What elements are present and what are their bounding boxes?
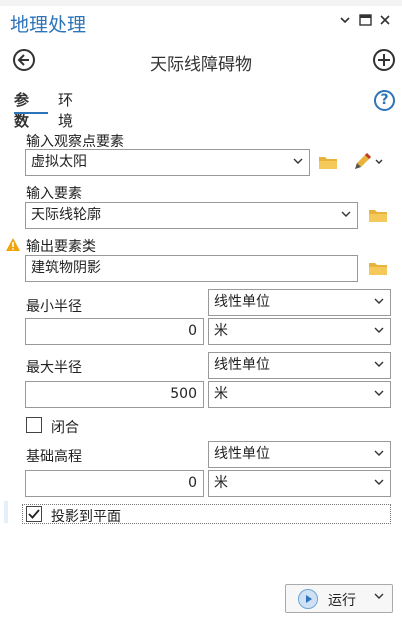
- min-radius-unit-dropdown[interactable]: 米: [208, 318, 391, 345]
- active-tab-underline: [14, 112, 48, 114]
- run-label: 运行: [328, 593, 356, 609]
- run-button[interactable]: 运行: [285, 584, 393, 613]
- tool-title: 天际线障碍物: [150, 55, 252, 75]
- base-elevation-unit-type-dropdown[interactable]: 线性单位: [208, 441, 391, 468]
- pane-title-bar: 地理处理: [0, 6, 402, 38]
- input-features-dropdown[interactable]: 天际线轮廓: [25, 202, 358, 229]
- folder-icon[interactable]: [368, 261, 388, 275]
- chevron-down-icon: [374, 290, 384, 315]
- max-radius-input[interactable]: 500: [25, 381, 204, 408]
- chevron-down-icon: [374, 442, 384, 467]
- maximize-icon[interactable]: [357, 14, 373, 30]
- chevron-down-icon: [374, 471, 384, 496]
- chevron-down-icon: [374, 319, 384, 344]
- add-button[interactable]: [373, 49, 395, 71]
- close-icon[interactable]: [377, 14, 393, 30]
- max-radius-unit-type-dropdown[interactable]: 线性单位: [208, 352, 391, 379]
- output-label: 输出要素类: [26, 239, 96, 255]
- pencil-edit-icon[interactable]: [352, 152, 386, 172]
- min-radius-unit-type-dropdown[interactable]: 线性单位: [208, 289, 391, 316]
- plus-icon: [378, 54, 390, 66]
- max-radius-label: 最大半径: [26, 360, 82, 376]
- chevron-down-icon: [293, 150, 303, 175]
- project-to-plane-checkbox[interactable]: [26, 506, 42, 522]
- base-elevation-unit-type-value: 线性单位: [214, 446, 270, 462]
- pane-options-icon[interactable]: [337, 14, 353, 30]
- pane-title: 地理处理: [10, 14, 87, 36]
- min-radius-unit-type-value: 线性单位: [214, 294, 270, 310]
- closed-label: 闭合: [51, 420, 79, 436]
- min-radius-unit-value: 米: [214, 323, 228, 339]
- chevron-down-icon: [374, 353, 384, 378]
- max-radius-unit-type-value: 线性单位: [214, 357, 270, 373]
- chevron-down-icon[interactable]: [374, 591, 384, 604]
- base-elevation-label: 基础高程: [26, 449, 82, 465]
- base-elevation-input[interactable]: 0: [25, 470, 204, 497]
- base-elevation-unit-dropdown[interactable]: 米: [208, 470, 391, 497]
- closed-checkbox[interactable]: [26, 417, 42, 433]
- checkmark-icon: [28, 509, 40, 519]
- base-elevation-unit-value: 米: [214, 475, 228, 491]
- chevron-down-icon: [374, 382, 384, 407]
- tab-parameters[interactable]: 参数: [14, 89, 29, 131]
- observer-label: 输入观察点要素: [26, 134, 124, 150]
- output-field[interactable]: 建筑物阴影: [25, 255, 358, 282]
- min-radius-label: 最小半径: [26, 299, 82, 315]
- input-features-label: 输入要素: [26, 186, 82, 202]
- chevron-down-icon: [341, 203, 351, 228]
- max-radius-unit-dropdown[interactable]: 米: [208, 381, 391, 408]
- observer-value: 虚拟太阳: [31, 154, 87, 170]
- help-icon[interactable]: ?: [374, 90, 395, 111]
- focus-indicator: [4, 501, 8, 523]
- min-radius-input[interactable]: 0: [25, 318, 204, 345]
- input-features-value: 天际线轮廓: [31, 207, 101, 223]
- warning-icon: [5, 237, 21, 256]
- tab-environments[interactable]: 环境: [58, 89, 73, 131]
- max-radius-unit-value: 米: [214, 386, 228, 402]
- folder-icon[interactable]: [318, 155, 338, 169]
- observer-dropdown[interactable]: 虚拟太阳: [25, 149, 310, 176]
- folder-icon[interactable]: [368, 208, 388, 222]
- play-icon: [298, 589, 318, 609]
- project-to-plane-label: 投影到平面: [51, 509, 121, 525]
- output-value: 建筑物阴影: [31, 260, 101, 276]
- tool-header: 天际线障碍物: [0, 40, 402, 80]
